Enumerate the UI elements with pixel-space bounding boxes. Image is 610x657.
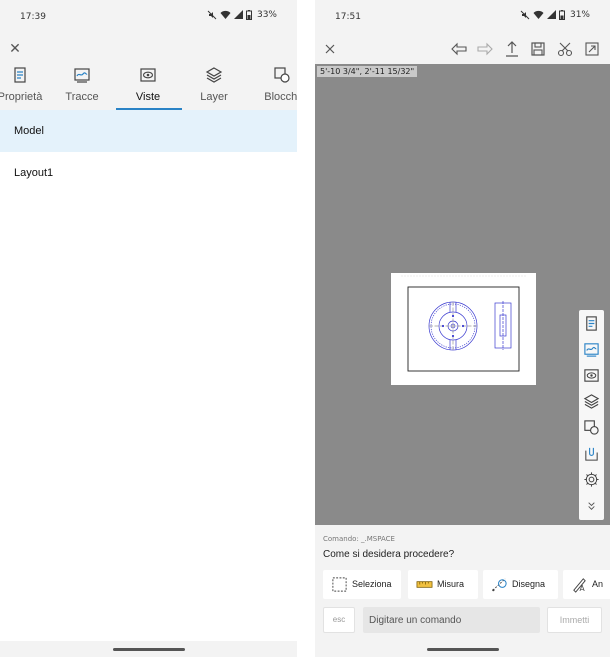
mute-icon bbox=[520, 10, 530, 20]
layout-sheet[interactable] bbox=[391, 273, 536, 385]
blocks-icon bbox=[274, 67, 290, 83]
select-icon bbox=[332, 577, 347, 592]
views-icon bbox=[140, 68, 156, 82]
blocks-icon[interactable] bbox=[583, 419, 600, 436]
tab-views[interactable]: Viste bbox=[118, 62, 178, 110]
command-prompt: Come si desidera procedere? bbox=[323, 549, 455, 560]
home-indicator[interactable] bbox=[112, 648, 185, 651]
signal-icon bbox=[546, 10, 556, 19]
wifi-icon bbox=[220, 10, 231, 19]
attach-icon[interactable] bbox=[583, 445, 600, 462]
svg-text:A: A bbox=[580, 584, 586, 593]
command-area: Comando: _.MSPACE Come si desidera proce… bbox=[315, 525, 610, 657]
panel-tabs: Proprietà Tracce Viste Layer Blocchi bbox=[0, 62, 297, 110]
status-time: 17:39 bbox=[20, 12, 46, 22]
chevron-down-icon[interactable] bbox=[583, 497, 600, 514]
status-time: 17:51 bbox=[335, 12, 361, 22]
mute-icon bbox=[207, 10, 217, 20]
wifi-icon bbox=[533, 10, 544, 19]
trim-icon[interactable] bbox=[556, 40, 574, 58]
layers-icon bbox=[205, 67, 223, 83]
view-item-model[interactable]: Model bbox=[0, 110, 297, 152]
battery-level: 33% bbox=[256, 10, 277, 20]
undo-icon[interactable] bbox=[450, 40, 468, 58]
drawing-canvas[interactable]: 5'-10 3/4", 2'-11 15/32" bbox=[315, 64, 610, 525]
redo-icon[interactable] bbox=[476, 40, 494, 58]
side-tool-panel bbox=[579, 310, 604, 520]
status-bar: 17:39 33% bbox=[0, 0, 297, 34]
layers-icon[interactable] bbox=[583, 393, 600, 410]
annotate-button[interactable]: A An bbox=[563, 570, 610, 599]
properties-icon bbox=[14, 67, 26, 83]
drawing-viewer-screen: 17:51 31% 5'-10 3/4", 2'-11 15/32" Coman… bbox=[315, 0, 610, 657]
gear-icon[interactable] bbox=[583, 471, 600, 488]
tab-blocks[interactable]: Blocchi bbox=[252, 62, 297, 110]
draw-button[interactable]: Disegna bbox=[483, 570, 558, 599]
traces-icon[interactable] bbox=[583, 341, 600, 358]
battery-level: 31% bbox=[569, 10, 590, 20]
drawing-preview bbox=[401, 275, 526, 372]
signal-icon bbox=[233, 10, 243, 19]
command-history: Comando: _.MSPACE bbox=[323, 535, 395, 543]
status-bar: 17:51 31% bbox=[315, 0, 610, 34]
esc-button[interactable]: esc bbox=[323, 607, 355, 633]
tab-properties[interactable]: Proprietà bbox=[0, 62, 50, 110]
battery-icon bbox=[245, 10, 252, 20]
share-icon[interactable] bbox=[503, 40, 521, 58]
submit-command-button[interactable]: Immetti bbox=[547, 607, 602, 633]
properties-icon[interactable] bbox=[583, 315, 600, 332]
view-item-layout1[interactable]: Layout1 bbox=[0, 152, 297, 194]
views-icon[interactable] bbox=[583, 367, 600, 384]
annotate-icon: A bbox=[573, 578, 586, 593]
select-button[interactable]: Seleziona bbox=[323, 570, 401, 599]
tab-traces[interactable]: Tracce bbox=[52, 62, 112, 110]
fullscreen-icon[interactable] bbox=[583, 40, 601, 58]
viewer-toolbar bbox=[315, 34, 610, 64]
measure-button[interactable]: Misura bbox=[408, 570, 478, 599]
home-indicator[interactable] bbox=[426, 648, 499, 651]
close-icon[interactable] bbox=[321, 40, 339, 58]
tab-layers[interactable]: Layer bbox=[184, 62, 244, 110]
traces-icon bbox=[74, 68, 90, 83]
draw-icon bbox=[492, 578, 507, 592]
battery-icon bbox=[558, 10, 565, 20]
close-icon[interactable]: ✕ bbox=[6, 38, 24, 58]
layers-panel-screen: 17:39 33% ✕ Proprietà Tracce Viste Layer bbox=[0, 0, 297, 657]
ruler-icon bbox=[416, 581, 433, 588]
coordinate-readout: 5'-10 3/4", 2'-11 15/32" bbox=[317, 66, 418, 77]
save-icon[interactable] bbox=[529, 40, 547, 58]
command-input[interactable] bbox=[363, 607, 540, 633]
